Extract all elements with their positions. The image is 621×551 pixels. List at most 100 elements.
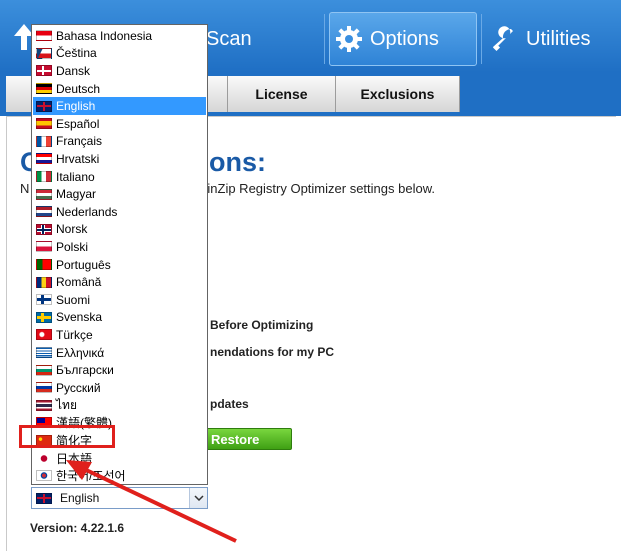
flag-greece-icon <box>36 347 52 359</box>
language-option[interactable]: Suomi <box>33 291 206 309</box>
option-before-optimizing[interactable]: Before Optimizing <box>210 318 313 332</box>
language-option[interactable]: Dansk <box>33 62 206 80</box>
language-option[interactable]: Română <box>33 273 206 291</box>
language-option-label: Italiano <box>56 169 95 184</box>
language-option[interactable]: 한국어/조선어 <box>33 467 206 485</box>
language-option-label: 日本語 <box>56 451 93 466</box>
scan-button[interactable]: Scan <box>206 12 316 66</box>
language-option[interactable]: Русский <box>33 379 206 397</box>
flag-thailand-icon <box>36 399 52 411</box>
flag-english-icon <box>36 100 52 112</box>
language-option[interactable]: Deutsch <box>33 80 206 98</box>
language-option-label: Bahasa Indonesia <box>56 28 153 43</box>
language-option-label: Български <box>56 363 114 378</box>
language-option[interactable]: 日本語 <box>33 449 206 467</box>
language-option-label: Română <box>56 275 102 290</box>
language-option[interactable]: Nederlands <box>33 203 206 221</box>
flag-finland-icon <box>36 294 52 306</box>
tab-license-label: License <box>255 86 308 102</box>
chevron-down-icon[interactable] <box>189 488 207 508</box>
language-option-label: Русский <box>56 380 101 395</box>
flag-turkey-icon <box>36 329 52 341</box>
language-option[interactable]: Svenska <box>33 309 206 327</box>
options-label: Options <box>370 27 439 50</box>
language-select-value: English <box>60 491 100 505</box>
flag-denmark-icon <box>36 65 52 77</box>
language-option[interactable]: Hrvatski <box>33 150 206 168</box>
language-option-label: Português <box>56 257 111 272</box>
option-recommendations[interactable]: nendations for my PC <box>210 345 334 359</box>
flag-czech-icon <box>36 47 52 59</box>
version-label: Version: 4.22.1.6 <box>30 521 125 535</box>
flag-indonesia-icon <box>36 30 52 42</box>
language-option[interactable]: Polski <box>33 238 206 256</box>
page-title-text: ons: <box>209 147 267 177</box>
language-option[interactable]: Français <box>33 133 206 151</box>
restore-button[interactable]: Restore <box>206 428 292 450</box>
restore-button-label: Restore <box>211 431 260 447</box>
language-option-label: English <box>56 99 96 114</box>
language-select[interactable]: English <box>31 487 208 509</box>
flag-english-icon <box>36 492 52 504</box>
language-option-label: Svenska <box>56 310 103 325</box>
language-option-label: Ελληνικά <box>56 345 105 360</box>
language-option-label: Deutsch <box>56 81 101 96</box>
scan-label: Scan <box>206 27 252 50</box>
language-option-selected[interactable]: English <box>33 97 206 115</box>
annotation-highlight-box <box>19 425 115 448</box>
flag-hungary-icon <box>36 188 52 200</box>
language-option-label: Hrvatski <box>56 151 100 166</box>
utilities-button[interactable]: Utilities <box>490 12 620 66</box>
language-option[interactable]: Magyar <box>33 185 206 203</box>
flag-germany-icon <box>36 83 52 95</box>
flag-russia-icon <box>36 382 52 394</box>
language-option[interactable]: Italiano <box>33 168 206 186</box>
flag-france-icon <box>36 135 52 147</box>
tab-license[interactable]: License <box>228 76 336 112</box>
toolbar-divider <box>324 14 325 64</box>
language-option[interactable]: Türkçe <box>33 326 206 344</box>
language-option[interactable]: Bahasa Indonesia <box>33 27 206 45</box>
language-dropdown: Bahasa Indonesia Čeština Dansk Deutsch E… <box>31 24 208 485</box>
flag-poland-icon <box>36 241 52 253</box>
language-option[interactable]: Čeština <box>33 45 206 63</box>
language-option-label: Norsk <box>56 222 88 237</box>
page-description-text: inZip Registry Optimizer settings below. <box>207 181 435 196</box>
tab-exclusions[interactable]: Exclusions <box>336 76 460 112</box>
language-option[interactable]: Български <box>33 361 206 379</box>
language-option-label: Suomi <box>56 292 91 307</box>
language-option-label: Nederlands <box>56 204 118 219</box>
flag-sweden-icon <box>36 311 52 323</box>
language-option-label: Français <box>56 134 103 149</box>
utilities-label: Utilities <box>526 27 591 50</box>
gear-icon <box>334 24 364 54</box>
options-button[interactable]: Options <box>329 12 477 66</box>
language-option[interactable]: Ελληνικά <box>33 344 206 362</box>
flag-spain-icon <box>36 118 52 130</box>
language-option-label: Čeština <box>56 46 97 61</box>
flag-korea-icon <box>36 470 52 482</box>
language-option-label: Español <box>56 116 100 131</box>
tab-exclusions-label: Exclusions <box>360 86 435 102</box>
language-option-label: Türkçe <box>56 327 93 342</box>
option-updates[interactable]: pdates <box>210 397 249 411</box>
language-option[interactable]: Português <box>33 256 206 274</box>
language-option-label: 한국어/조선어 <box>56 469 126 484</box>
flag-portugal-icon <box>36 259 52 271</box>
flag-japan-icon <box>36 452 52 464</box>
page-description-prefix: N <box>20 181 30 196</box>
flag-bulgaria-icon <box>36 364 52 376</box>
language-option[interactable]: ไทย <box>33 397 206 415</box>
flag-netherlands-icon <box>36 206 52 218</box>
language-option[interactable]: Norsk <box>33 221 206 239</box>
wrench-icon <box>490 24 520 54</box>
language-option-label: ไทย <box>56 397 77 412</box>
flag-croatia-icon <box>36 153 52 165</box>
flag-italy-icon <box>36 171 52 183</box>
language-option-label: Polski <box>56 239 89 254</box>
flag-romania-icon <box>36 276 52 288</box>
language-option-label: Dansk <box>56 63 91 78</box>
toolbar-divider <box>481 14 482 64</box>
language-option-label: Magyar <box>56 187 97 202</box>
language-option[interactable]: Español <box>33 115 206 133</box>
